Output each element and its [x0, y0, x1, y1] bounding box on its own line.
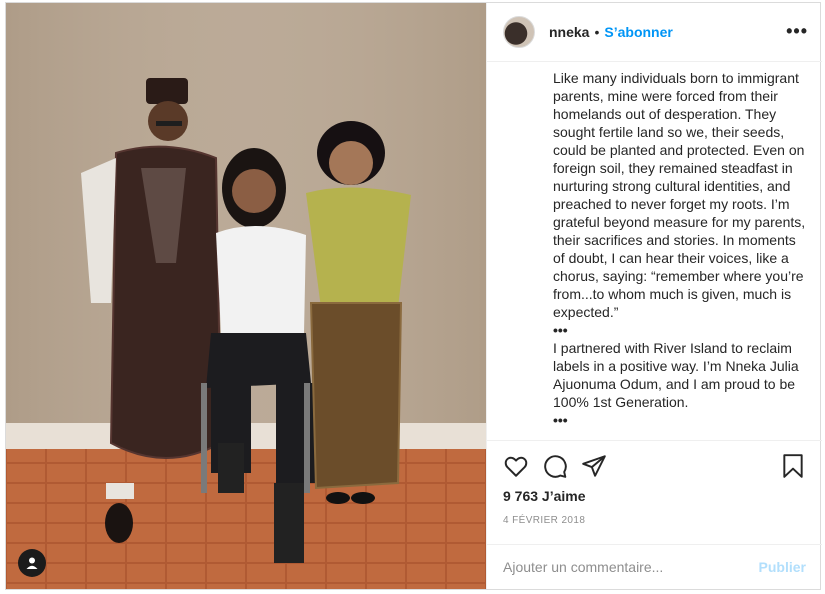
comment-icon[interactable]: [542, 453, 568, 479]
caption-separator: •••: [553, 412, 568, 428]
caption-separator: •••: [553, 322, 568, 338]
separator-dot: •: [594, 24, 600, 40]
caption-area[interactable]: Like many individuals born to immigrant …: [487, 63, 822, 439]
post-side-panel: nneka • S’abonner ••• Like many individu…: [486, 3, 822, 589]
comment-form: Publier: [487, 544, 822, 589]
post-date[interactable]: 4 FÉVRIER 2018: [503, 515, 585, 526]
post-header: nneka • S’abonner •••: [487, 3, 822, 62]
publish-button[interactable]: Publier: [759, 559, 806, 575]
likes-count[interactable]: 9 763 J’aime: [503, 488, 586, 504]
action-icons: [503, 453, 806, 481]
heart-icon[interactable]: [503, 453, 529, 479]
follow-button[interactable]: S’abonner: [604, 24, 672, 40]
caption-paragraph: I partnered with River Island to reclaim…: [553, 340, 802, 410]
post-dialog: nneka • S’abonner ••• Like many individu…: [5, 2, 822, 590]
post-actions: 9 763 J’aime 4 FÉVRIER 2018: [487, 440, 822, 544]
bookmark-icon[interactable]: [780, 453, 806, 479]
avatar[interactable]: [503, 16, 535, 48]
username[interactable]: nneka: [549, 24, 589, 40]
caption-paragraph: Like many individuals born to immigrant …: [553, 70, 810, 320]
more-options-icon[interactable]: •••: [786, 22, 808, 40]
post-photo[interactable]: [6, 3, 486, 589]
comment-input[interactable]: [503, 559, 751, 575]
family-photo-illustration: [6, 3, 486, 589]
tagged-user-icon[interactable]: [18, 549, 46, 577]
share-icon[interactable]: [581, 453, 607, 479]
